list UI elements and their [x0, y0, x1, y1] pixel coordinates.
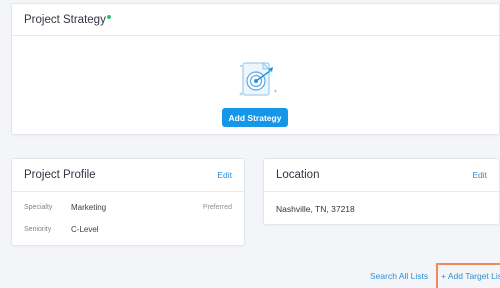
profile-row-seniority: Seniority C-Level [24, 225, 232, 234]
preferred-tag: Preferred [202, 204, 232, 211]
project-strategy-title: Project Strategy [24, 14, 111, 26]
location-value: Nashville, TN, 37218 [276, 204, 355, 214]
location-card: Location Edit Nashville, TN, 37218 [263, 158, 500, 225]
project-profile-header: Project Profile Edit [12, 159, 244, 192]
status-dot-icon [106, 14, 111, 19]
location-header: Location Edit [264, 159, 499, 192]
profile-row-key: Specialty [24, 204, 53, 211]
profile-row-value: C-Level [71, 225, 99, 234]
target-dart-icon [239, 62, 277, 96]
search-all-lists-link[interactable]: Search All Lists [370, 271, 428, 281]
add-target-list-link[interactable]: + Add Target List [441, 271, 500, 281]
project-profile-title: Project Profile [24, 169, 96, 181]
profile-row-value: Marketing [71, 203, 107, 212]
location-edit-link[interactable]: Edit [472, 170, 487, 180]
project-strategy-header: Project Strategy [12, 4, 499, 36]
project-strategy-card: Project Strategy Add Strategy [11, 3, 500, 135]
profile-edit-link[interactable]: Edit [217, 170, 232, 180]
profile-row-key: Seniority [24, 226, 52, 233]
add-strategy-button[interactable]: Add Strategy [222, 108, 288, 127]
location-title: Location [276, 169, 320, 181]
profile-row-specialty: Specialty Marketing Preferred [24, 203, 232, 212]
project-profile-card: Project Profile Edit Specialty Marketing… [11, 158, 245, 246]
